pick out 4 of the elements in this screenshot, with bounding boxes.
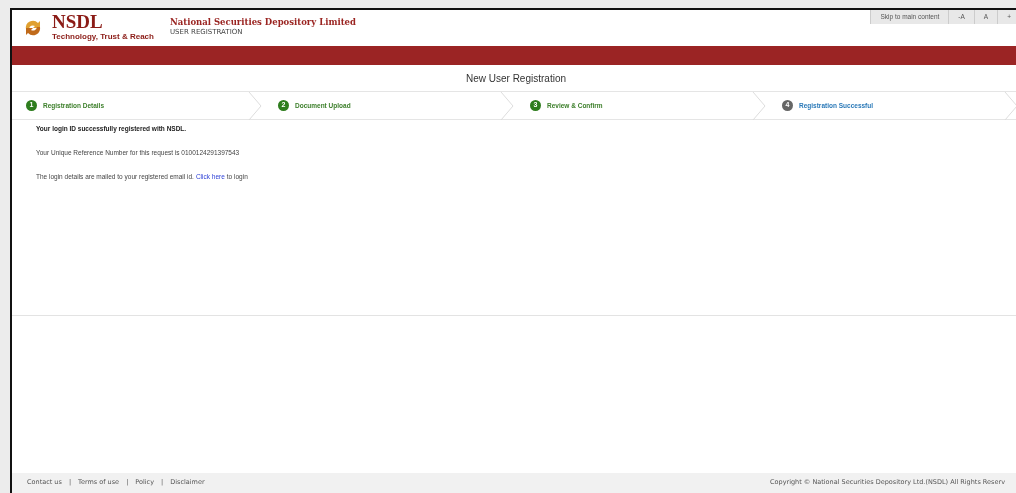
- logo-tagline: Technology, Trust & Reach: [52, 31, 154, 43]
- page-title: New User Registration: [465, 73, 566, 84]
- logo-text: NSDL: [52, 12, 104, 31]
- organization-name: National Securities Depository Limited: [169, 18, 356, 28]
